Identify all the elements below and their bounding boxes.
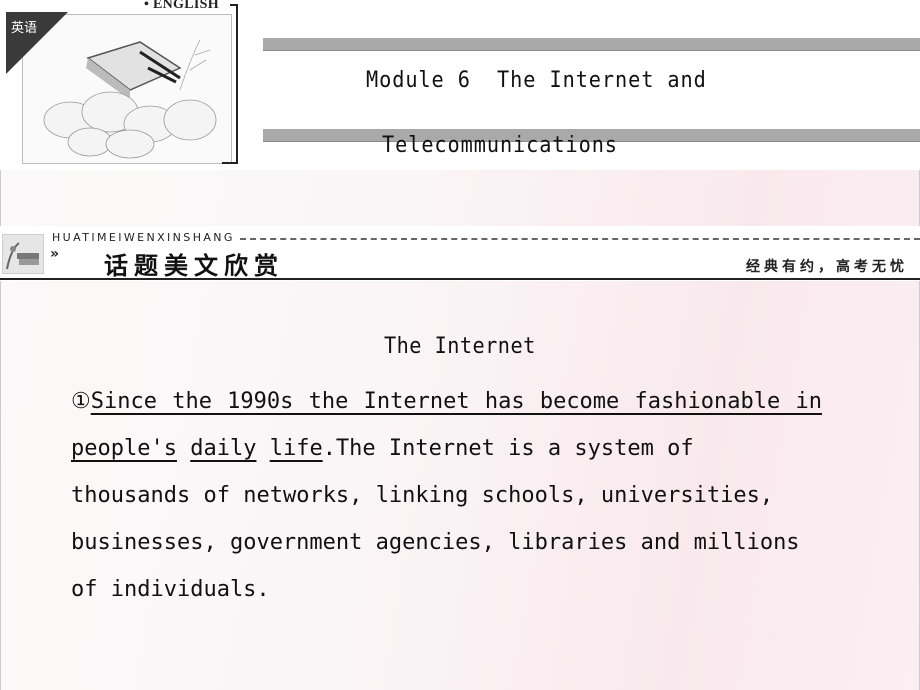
passage-line-1: ①Since the 1990s the Internet has become… <box>71 378 864 425</box>
module-title-line2: Telecommunications <box>382 133 618 158</box>
passage-line-5: of individuals. <box>71 577 270 602</box>
section-rule <box>0 278 920 280</box>
word: networks, <box>243 483 363 508</box>
word: .The <box>322 436 376 461</box>
brand-label: • ENGLISH <box>140 0 223 13</box>
word: of <box>667 436 694 461</box>
word: agencies, <box>375 530 495 555</box>
word: thousands <box>71 483 191 508</box>
word: government <box>229 530 363 555</box>
word: system <box>574 436 654 461</box>
section-header: HUATIMEIWENXINSHANG » 话题美文欣赏 经典有约，高考无忧 <box>0 226 920 281</box>
word: is <box>508 436 535 461</box>
passage-title: The Internet <box>384 334 536 359</box>
books-icon <box>2 234 44 274</box>
word: a <box>547 436 562 461</box>
word: linking <box>375 483 469 508</box>
word: libraries <box>508 530 628 555</box>
word: businesses, <box>71 530 217 555</box>
underlined-word: life <box>269 436 323 461</box>
word: of <box>203 483 230 508</box>
title-bar-top <box>263 38 920 51</box>
word: universities, <box>600 483 774 508</box>
section-title: 话题美文欣赏 <box>104 252 284 280</box>
underlined-word: people's <box>71 436 177 461</box>
passage-paragraph: ①Since the 1990s the Internet has become… <box>71 378 864 613</box>
double-chevron-icon: » <box>50 246 60 262</box>
word: millions <box>693 530 800 555</box>
logo-bracket <box>222 4 238 164</box>
word: and <box>640 530 681 555</box>
passage-line-2: people's daily life.The Internet is a sy… <box>71 425 864 472</box>
section-slogan: 经典有约，高考无忧 <box>746 259 908 275</box>
word: schools, <box>481 483 588 508</box>
underlined-phrase: Since the 1990s the Internet has become … <box>90 389 822 414</box>
section-pinyin: HUATIMEIWENXINSHANG <box>52 231 235 244</box>
slide-header: 英语 • ENGLISH Module 6 The Internet and T… <box>0 0 920 170</box>
subject-tag-label: 英语 <box>11 21 38 36</box>
paragraph-marker: ① <box>71 389 91 414</box>
word: Internet <box>388 436 495 461</box>
passage-line-3: thousands of networks, linking schools, … <box>71 472 864 519</box>
dashed-divider <box>240 238 920 240</box>
module-title-line1: Module 6 The Internet and <box>366 68 707 93</box>
underlined-word: daily <box>190 436 257 461</box>
passage-line-4: businesses, government agencies, librari… <box>71 519 849 566</box>
logo-block: 英语 • ENGLISH <box>2 0 238 168</box>
